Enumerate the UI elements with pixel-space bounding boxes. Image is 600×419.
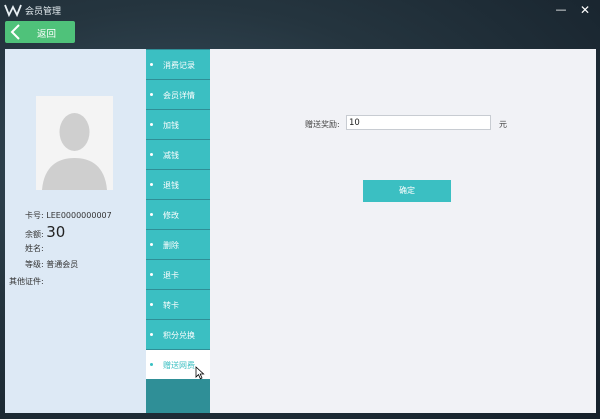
back-button[interactable]: 返回 [5,21,75,43]
id-label: 其他证件: [9,277,44,286]
nav-item-label: 减钱 [163,151,179,160]
nav-item-consumption-records[interactable]: 消费记录 [146,50,210,79]
nav-item-label: 会员详情 [163,91,195,100]
bullet-icon [150,213,153,216]
back-button-label: 返回 [37,29,57,40]
bullet-icon [150,303,153,306]
id-row: 其他证件: [9,276,44,287]
title-bar: 会员管理 — ✕ [0,0,600,20]
nav-item-member-details[interactable]: 会员详情 [146,80,210,109]
bullet-icon [150,93,153,96]
bullet-icon [150,273,153,276]
minimize-icon[interactable]: — [550,2,572,18]
nav-item-points-exchange[interactable]: 积分兑换 [146,320,210,349]
side-nav: 消费记录 会员详情 加钱 减钱 退钱 修改 删除 退卡 转卡 积分兑换 赠送网费 [146,49,210,413]
gift-reward-input[interactable] [346,115,491,130]
nav-item-return-card[interactable]: 退卡 [146,260,210,289]
bullet-icon [150,183,153,186]
member-info-panel: 卡号: LEE0000000007 余额: 30 姓名: 等级: 普通会员 其他… [5,49,146,413]
card-number-row: 卡号: LEE0000000007 [25,210,112,221]
app-logo-icon [4,4,22,17]
balance-row: 余额: 30 [25,223,65,241]
nav-item-label: 退钱 [163,181,179,190]
nav-item-delete[interactable]: 删除 [146,230,210,259]
bullet-icon [150,123,153,126]
name-row: 姓名: [25,243,44,254]
nav-item-label: 加钱 [163,121,179,130]
level-value: 普通会员 [46,260,79,269]
avatar [36,96,113,190]
bullet-icon [150,153,153,156]
nav-item-label: 删除 [163,241,179,250]
balance-value: 30 [46,223,66,241]
nav-item-label: 积分兑换 [163,331,195,340]
name-label: 姓名: [25,244,44,253]
nav-item-label: 退卡 [163,271,179,280]
unit-label: 元 [499,120,507,129]
nav-item-label: 赠送网费 [163,361,195,370]
nav-item-deduct-money[interactable]: 减钱 [146,140,210,169]
chevron-left-icon [10,24,20,40]
confirm-button[interactable]: 确定 [363,180,451,202]
nav-item-add-money[interactable]: 加钱 [146,110,210,139]
nav-item-refund[interactable]: 退钱 [146,170,210,199]
level-label: 等级: [25,260,44,269]
nav-item-label: 修改 [163,211,179,220]
level-row: 等级: 普通会员 [25,259,78,270]
nav-item-label: 转卡 [163,301,179,310]
nav-item-edit[interactable]: 修改 [146,200,210,229]
mouse-cursor-icon [195,366,205,380]
bullet-icon [150,63,153,66]
bullet-icon [150,363,153,366]
nav-item-transfer-card[interactable]: 转卡 [146,290,210,319]
user-silhouette-icon [42,113,107,190]
window-title: 会员管理 [25,7,62,17]
close-icon[interactable]: ✕ [574,2,596,18]
main-panel: 卡号: LEE0000000007 余额: 30 姓名: 等级: 普通会员 其他… [5,49,596,413]
card-number-value: LEE0000000007 [46,211,112,220]
content-area: 赠送奖励: 元 确定 [210,49,596,413]
card-number-label: 卡号: [25,211,44,220]
bullet-icon [150,333,153,336]
nav-item-label: 消费记录 [163,61,195,70]
gift-reward-label: 赠送奖励: [305,120,340,129]
bullet-icon [150,243,153,246]
balance-label: 余额: [25,230,44,239]
